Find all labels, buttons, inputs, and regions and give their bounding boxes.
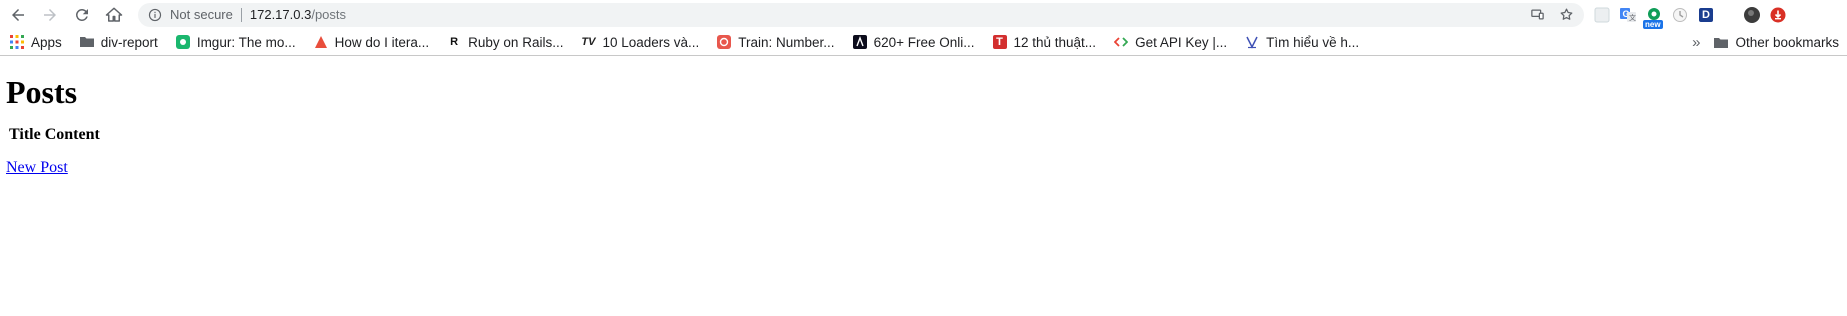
- bookmark-get-api-key[interactable]: Get API Key |...: [1114, 35, 1227, 50]
- url-host: 172.17.0.3: [249, 7, 312, 22]
- address-bar[interactable]: Not secure 172.17.0.3/posts: [138, 2, 1584, 27]
- bookmark-imgur[interactable]: Imgur: The mo...: [175, 34, 296, 50]
- red-swirl-icon: [717, 35, 732, 49]
- back-arrow-icon: [12, 8, 24, 21]
- bookmark-ruby-on-rails[interactable]: R Ruby on Rails...: [447, 35, 563, 50]
- dark-a-icon: [852, 35, 867, 49]
- tv-icon: TV: [581, 36, 596, 48]
- red-triangle-icon: [314, 35, 328, 49]
- bookmark-label: Imgur: The mo...: [196, 34, 296, 50]
- new-extension-icon[interactable]: new: [1643, 7, 1663, 29]
- svg-text:文: 文: [1629, 13, 1636, 22]
- other-bookmarks-label: Other bookmarks: [1735, 35, 1839, 50]
- omnibox-actions: [1530, 7, 1574, 22]
- forward-arrow-icon: [44, 8, 56, 21]
- new-badge: new: [1643, 19, 1663, 29]
- column-header-content: Content: [44, 126, 100, 143]
- bookmark-label: Apps: [31, 34, 62, 50]
- new-post-link[interactable]: New Post: [6, 159, 68, 177]
- folder-icon: [1714, 36, 1729, 50]
- bookmark-apps[interactable]: Apps: [10, 35, 62, 50]
- forward-button[interactable]: [38, 3, 62, 27]
- security-label: Not secure: [170, 7, 233, 22]
- bookmark-label: Tìm hiểu về h...: [1266, 34, 1360, 50]
- bookmark-label: 620+ Free Onli...: [873, 34, 975, 50]
- column-header-title: Title: [9, 126, 41, 143]
- bookmark-div-report[interactable]: div-report: [79, 34, 158, 50]
- bookmark-10-loaders[interactable]: TV 10 Loaders và...: [581, 35, 699, 50]
- adblock-icon[interactable]: [1770, 7, 1786, 23]
- table-header-row: Title Content: [8, 125, 101, 145]
- bookmark-label: 12 thủ thuật...: [1013, 34, 1097, 50]
- bookmark-star-icon[interactable]: [1559, 7, 1574, 22]
- bookmarks-overflow-button[interactable]: »: [1692, 34, 1700, 51]
- extensions-area: G文 new D: [1594, 6, 1786, 29]
- google-translate-icon[interactable]: G文: [1620, 7, 1636, 23]
- back-button[interactable]: [6, 3, 30, 27]
- bookmark-label: Train: Number...: [738, 34, 835, 50]
- bookmark-620-free[interactable]: 620+ Free Onli...: [852, 34, 975, 50]
- url-path: /posts: [311, 7, 347, 22]
- bookmark-tim-hieu[interactable]: Tìm hiểu về h...: [1245, 35, 1359, 50]
- v-icon: [1245, 35, 1259, 49]
- reload-icon: [75, 8, 88, 21]
- d-extension-icon[interactable]: D: [1698, 7, 1714, 23]
- imgur-icon: [175, 35, 190, 49]
- cast-icon[interactable]: [1530, 7, 1545, 22]
- rails-r-icon: R: [450, 36, 459, 48]
- bookmark-12-thu-thuat[interactable]: T 12 thủ thuật...: [992, 34, 1097, 50]
- omnibox-divider: [240, 7, 242, 22]
- info-icon[interactable]: [148, 8, 162, 22]
- bookmark-label: Get API Key |...: [1135, 34, 1228, 50]
- bookmark-label: 10 Loaders và...: [602, 34, 700, 50]
- apps-grid-icon: [10, 35, 24, 49]
- reload-button[interactable]: [70, 3, 94, 27]
- posts-table: Title Content: [6, 123, 103, 147]
- home-button[interactable]: [102, 3, 126, 27]
- home-icon: [105, 7, 123, 22]
- bookmark-label: div-report: [100, 34, 158, 50]
- timer-extension-icon[interactable]: [1672, 7, 1688, 23]
- page-content: Posts Title Content New Post: [0, 74, 1847, 177]
- bookmark-label: Ruby on Rails...: [468, 34, 564, 50]
- folder-icon: [79, 35, 94, 49]
- profile-avatar-icon[interactable]: [1744, 6, 1760, 23]
- page-title: Posts: [6, 74, 78, 110]
- d-extension-letter: D: [1702, 8, 1710, 21]
- bookmarks-bar: Apps div-report Imgur: The mo... How do …: [0, 29, 1847, 56]
- bookmarks-bar-right: » Other bookmarks: [1692, 29, 1839, 56]
- other-bookmarks[interactable]: Other bookmarks: [1714, 35, 1839, 50]
- bookmark-label: How do I itera...: [334, 34, 430, 50]
- red-t-icon: T: [992, 35, 1007, 49]
- bookmark-how-do-i-iterate[interactable]: How do I itera...: [314, 34, 430, 50]
- code-brackets-icon: [1114, 35, 1129, 49]
- grid-extension-icon[interactable]: [1594, 7, 1610, 23]
- browser-toolbar: Not secure 172.17.0.3/posts G文 new D: [0, 0, 1847, 29]
- bookmark-train-number[interactable]: Train: Number...: [717, 34, 835, 50]
